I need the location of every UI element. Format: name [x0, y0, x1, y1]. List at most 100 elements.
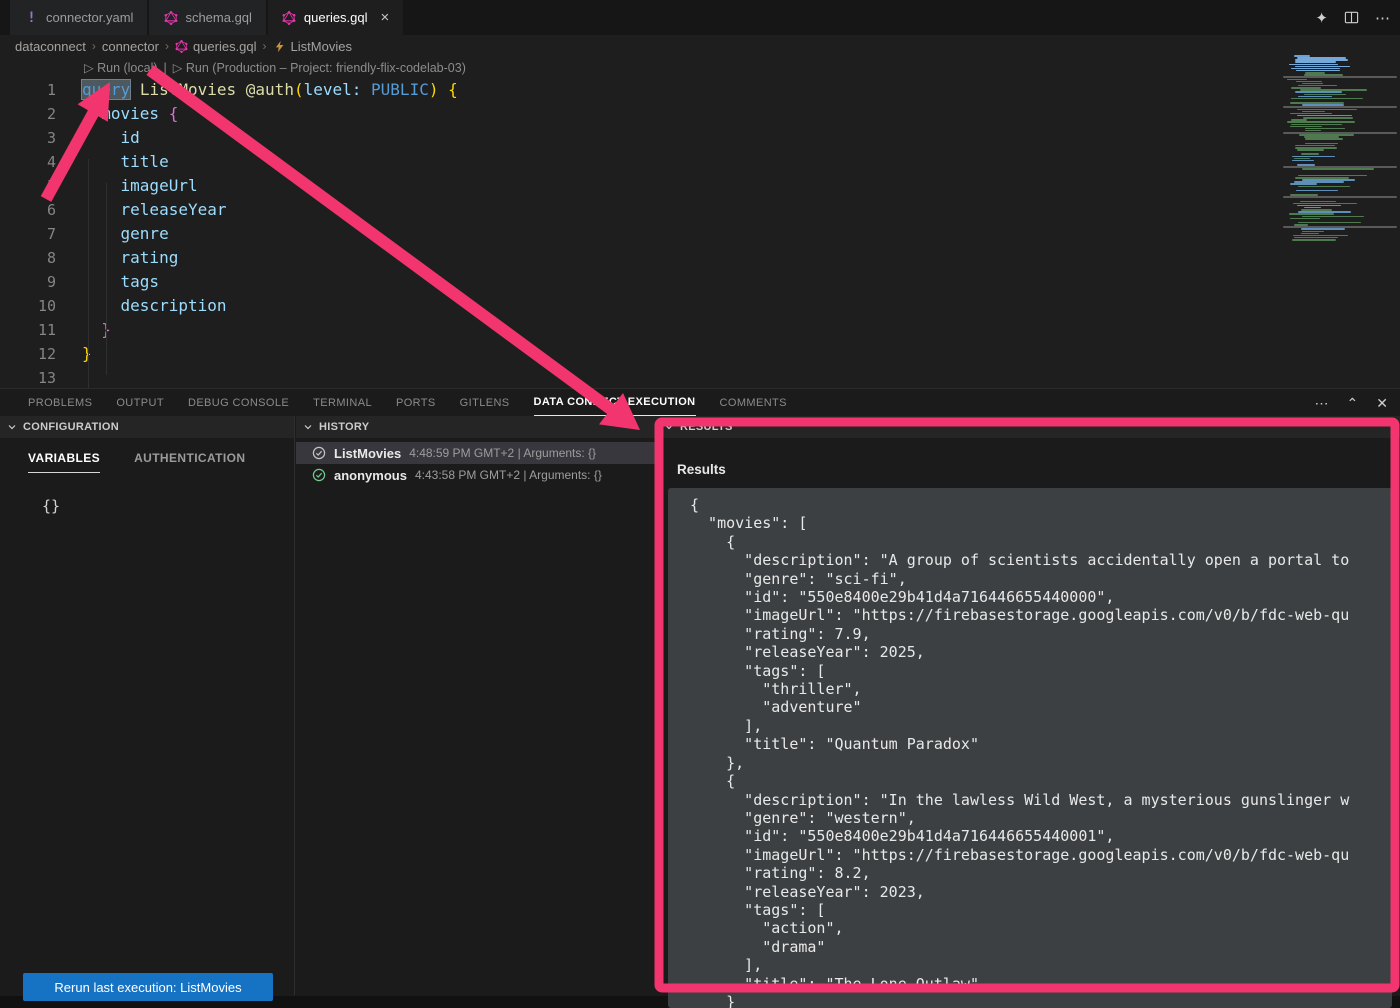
minimap-line [1302, 231, 1324, 233]
code-line-13: 13 [0, 366, 1400, 390]
window-actions: ✦ ⋯ [1315, 0, 1390, 35]
breadcrumb-item-dataconnect[interactable]: dataconnect [15, 39, 86, 54]
minimap-line [1301, 233, 1319, 235]
minimap-line [1302, 216, 1364, 218]
code-lines: 1 query ListMovies @auth(level: PUBLIC) {… [0, 78, 1400, 390]
panel-tab-problems[interactable]: PROBLEMS [28, 390, 92, 416]
results-line: ], [690, 717, 1392, 735]
minimap-line [1292, 156, 1335, 158]
panel-tab-data-connect-execution[interactable]: DATA CONNECT EXECUTION [534, 389, 696, 416]
minimap-line [1283, 171, 1397, 173]
config-tab-authentication[interactable]: AUTHENTICATION [134, 451, 245, 473]
results-line: { [690, 533, 1392, 551]
code-line-12: 12} [0, 342, 1400, 366]
minimap-line [1283, 198, 1397, 200]
results-line: "rating": 8.2, [690, 864, 1392, 882]
panel-actions: ⋯ ⌃ ✕ [1315, 395, 1388, 412]
panel-tab-output[interactable]: OUTPUT [116, 390, 164, 416]
codelens-run-local[interactable]: ▷ Run (local) [84, 60, 158, 75]
results-line: "drama" [690, 938, 1392, 956]
breadcrumb-item-ListMovies[interactable]: ListMovies [273, 39, 352, 54]
minimap-line [1283, 106, 1397, 108]
breadcrumb-label: dataconnect [15, 39, 86, 54]
minimap-line [1298, 186, 1350, 188]
check-circle-icon [312, 468, 326, 482]
code-text: id [82, 126, 140, 150]
results-line: }, [690, 754, 1392, 772]
rerun-last-execution-button[interactable]: Rerun last execution: ListMovies [23, 973, 273, 1001]
line-number: 3 [0, 126, 56, 150]
indent-guide [106, 183, 107, 375]
panel-tab-ports[interactable]: PORTS [396, 390, 436, 416]
panel-maximize-icon[interactable]: ⌃ [1347, 395, 1359, 412]
codelens: ▷ Run (local) | ▷ Run (Production – Proj… [84, 57, 1400, 78]
code-text: genre [82, 222, 169, 246]
editor-tab-schema-gql[interactable]: schema.gql [149, 0, 265, 35]
graphql-icon [175, 40, 188, 53]
results-section: RESULTS Results { "movies": [ { "descrip… [657, 416, 1400, 996]
results-line: "rating": 7.9, [690, 625, 1392, 643]
minimap-line [1304, 94, 1346, 96]
results-header[interactable]: RESULTS [657, 416, 1400, 438]
results-line: "description": "In the lawless Wild West… [690, 791, 1392, 809]
line-number: 4 [0, 150, 56, 174]
code-text: releaseYear [82, 198, 227, 222]
more-actions-icon[interactable]: ⋯ [1375, 9, 1390, 27]
indent-guide [88, 159, 89, 399]
variables-value[interactable]: {} [42, 497, 294, 515]
check-circle-icon [312, 446, 326, 460]
code-editor[interactable]: ▷ Run (local) | ▷ Run (Production – Proj… [0, 57, 1400, 388]
minimap-line [1287, 79, 1307, 81]
panel-tab-gitlens[interactable]: GITLENS [460, 390, 510, 416]
history-header[interactable]: HISTORY [296, 416, 657, 438]
split-editor-icon[interactable] [1344, 10, 1359, 25]
chevron-down-icon [663, 421, 675, 433]
editor-tab-queries-gql[interactable]: queries.gql× [268, 0, 403, 35]
codelens-run-production[interactable]: ▷ Run (Production – Project: friendly-fl… [173, 60, 466, 75]
panel-tab-debug-console[interactable]: DEBUG CONSOLE [188, 390, 289, 416]
results-line: "releaseYear": 2023, [690, 883, 1392, 901]
code-line-10: 10 description [0, 294, 1400, 318]
results-line: "id": "550e8400e29b41d4a716446655440001"… [690, 827, 1392, 845]
code-text: tags [82, 270, 159, 294]
code-text: query ListMovies @auth(level: PUBLIC) { [82, 78, 458, 102]
history-row-anonymous[interactable]: anonymous 4:43:58 PM GMT+2 | Arguments: {… [296, 464, 657, 486]
history-row-name: anonymous [334, 468, 407, 483]
minimap[interactable] [1283, 55, 1397, 241]
editor-tab-label: schema.gql [185, 10, 251, 25]
editor-tab-connector-yaml[interactable]: !connector.yaml [10, 0, 147, 35]
results-json-view[interactable]: { "movies": [ { "description": "A group … [668, 488, 1392, 1008]
graphql-icon [163, 10, 178, 25]
code-line-2: 2 movies { [0, 102, 1400, 126]
code-text: imageUrl [82, 174, 198, 198]
minimap-line [1302, 168, 1373, 170]
results-line: "thriller", [690, 680, 1392, 698]
line-number: 1 [0, 78, 56, 102]
results-line: "title": "The Lone Outlaw" [690, 975, 1392, 993]
history-row-name: ListMovies [334, 446, 401, 461]
breadcrumb-separator: › [165, 39, 169, 53]
history-row-meta: 4:43:58 PM GMT+2 | Arguments: {} [415, 468, 602, 482]
minimap-line [1301, 153, 1320, 155]
history-row-meta: 4:48:59 PM GMT+2 | Arguments: {} [409, 446, 596, 460]
minimap-line [1283, 76, 1397, 78]
breadcrumb-label: connector [102, 39, 159, 54]
breadcrumb: dataconnect›connector›queries.gql›ListMo… [0, 35, 1400, 57]
panel-close-icon[interactable]: ✕ [1376, 395, 1388, 412]
results-line: { [690, 772, 1392, 790]
sparkle-icon[interactable]: ✦ [1315, 9, 1328, 27]
breadcrumb-item-connector[interactable]: connector [102, 39, 159, 54]
yaml-warning-icon: ! [24, 10, 39, 25]
configuration-header[interactable]: CONFIGURATION [0, 416, 294, 438]
panel-tab-terminal[interactable]: TERMINAL [313, 390, 372, 416]
config-tab-variables[interactable]: VARIABLES [28, 451, 100, 473]
panel-more-actions-icon[interactable]: ⋯ [1315, 395, 1329, 412]
tab-close-icon[interactable]: × [381, 10, 390, 25]
minimap-line [1295, 61, 1335, 63]
results-line: "movies": [ [690, 514, 1392, 532]
history-row-ListMovies[interactable]: ListMovies 4:48:59 PM GMT+2 | Arguments: … [296, 442, 657, 464]
code-line-11: 11 } [0, 318, 1400, 342]
minimap-line [1289, 213, 1334, 215]
panel-tab-comments[interactable]: COMMENTS [720, 390, 787, 416]
breadcrumb-item-queries-gql[interactable]: queries.gql [175, 39, 257, 54]
